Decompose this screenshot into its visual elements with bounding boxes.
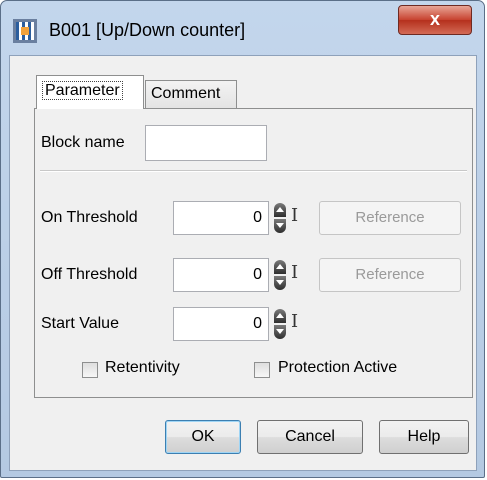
tab-parameter[interactable]: Parameter bbox=[36, 75, 144, 109]
spin-down-icon[interactable] bbox=[274, 325, 286, 339]
section-divider bbox=[40, 170, 467, 172]
off-threshold-spinner[interactable] bbox=[274, 260, 286, 290]
close-button[interactable]: x bbox=[398, 5, 472, 35]
spin-up-icon[interactable] bbox=[274, 309, 286, 323]
retentivity-label[interactable]: Retentivity bbox=[105, 359, 180, 377]
ok-button[interactable]: OK bbox=[165, 420, 241, 454]
on-threshold-spinner[interactable] bbox=[274, 203, 286, 233]
on-threshold-input[interactable]: 0 bbox=[173, 201, 269, 235]
spin-up-icon[interactable] bbox=[274, 260, 286, 274]
tab-comment[interactable]: Comment bbox=[145, 80, 237, 109]
protection-active-label[interactable]: Protection Active bbox=[278, 359, 397, 377]
start-value-label: Start Value bbox=[41, 315, 119, 332]
spin-down-icon[interactable] bbox=[274, 276, 286, 290]
text-cursor-icon[interactable]: I bbox=[291, 262, 298, 283]
block-name-label: Block name bbox=[41, 134, 125, 151]
start-value-spinner[interactable] bbox=[274, 309, 286, 339]
dialog-client-area: Parameter Comment Block name On Threshol… bbox=[9, 55, 477, 471]
dialog-window: B001 [Up/Down counter] x Parameter Comme… bbox=[0, 0, 485, 478]
text-cursor-icon[interactable]: I bbox=[291, 311, 298, 332]
off-threshold-input[interactable]: 0 bbox=[173, 258, 269, 292]
block-name-input[interactable] bbox=[145, 125, 267, 161]
cancel-button[interactable]: Cancel bbox=[257, 420, 363, 454]
window-title: B001 [Up/Down counter] bbox=[49, 20, 246, 40]
spin-up-icon[interactable] bbox=[274, 203, 286, 217]
off-threshold-label: Off Threshold bbox=[41, 266, 138, 283]
title-bar[interactable]: B001 [Up/Down counter] x bbox=[1, 1, 484, 55]
off-threshold-reference-button[interactable]: Reference bbox=[319, 258, 461, 292]
text-cursor-icon[interactable]: I bbox=[291, 205, 298, 226]
retentivity-checkbox[interactable] bbox=[82, 362, 98, 378]
protection-active-checkbox[interactable] bbox=[254, 362, 270, 378]
help-button[interactable]: Help bbox=[379, 420, 469, 454]
on-threshold-reference-button[interactable]: Reference bbox=[319, 201, 461, 235]
spin-down-icon[interactable] bbox=[274, 219, 286, 233]
start-value-input[interactable]: 0 bbox=[173, 307, 269, 341]
block-icon bbox=[13, 19, 37, 43]
on-threshold-label: On Threshold bbox=[41, 209, 138, 226]
tab-parameter-label: Parameter bbox=[42, 81, 123, 100]
